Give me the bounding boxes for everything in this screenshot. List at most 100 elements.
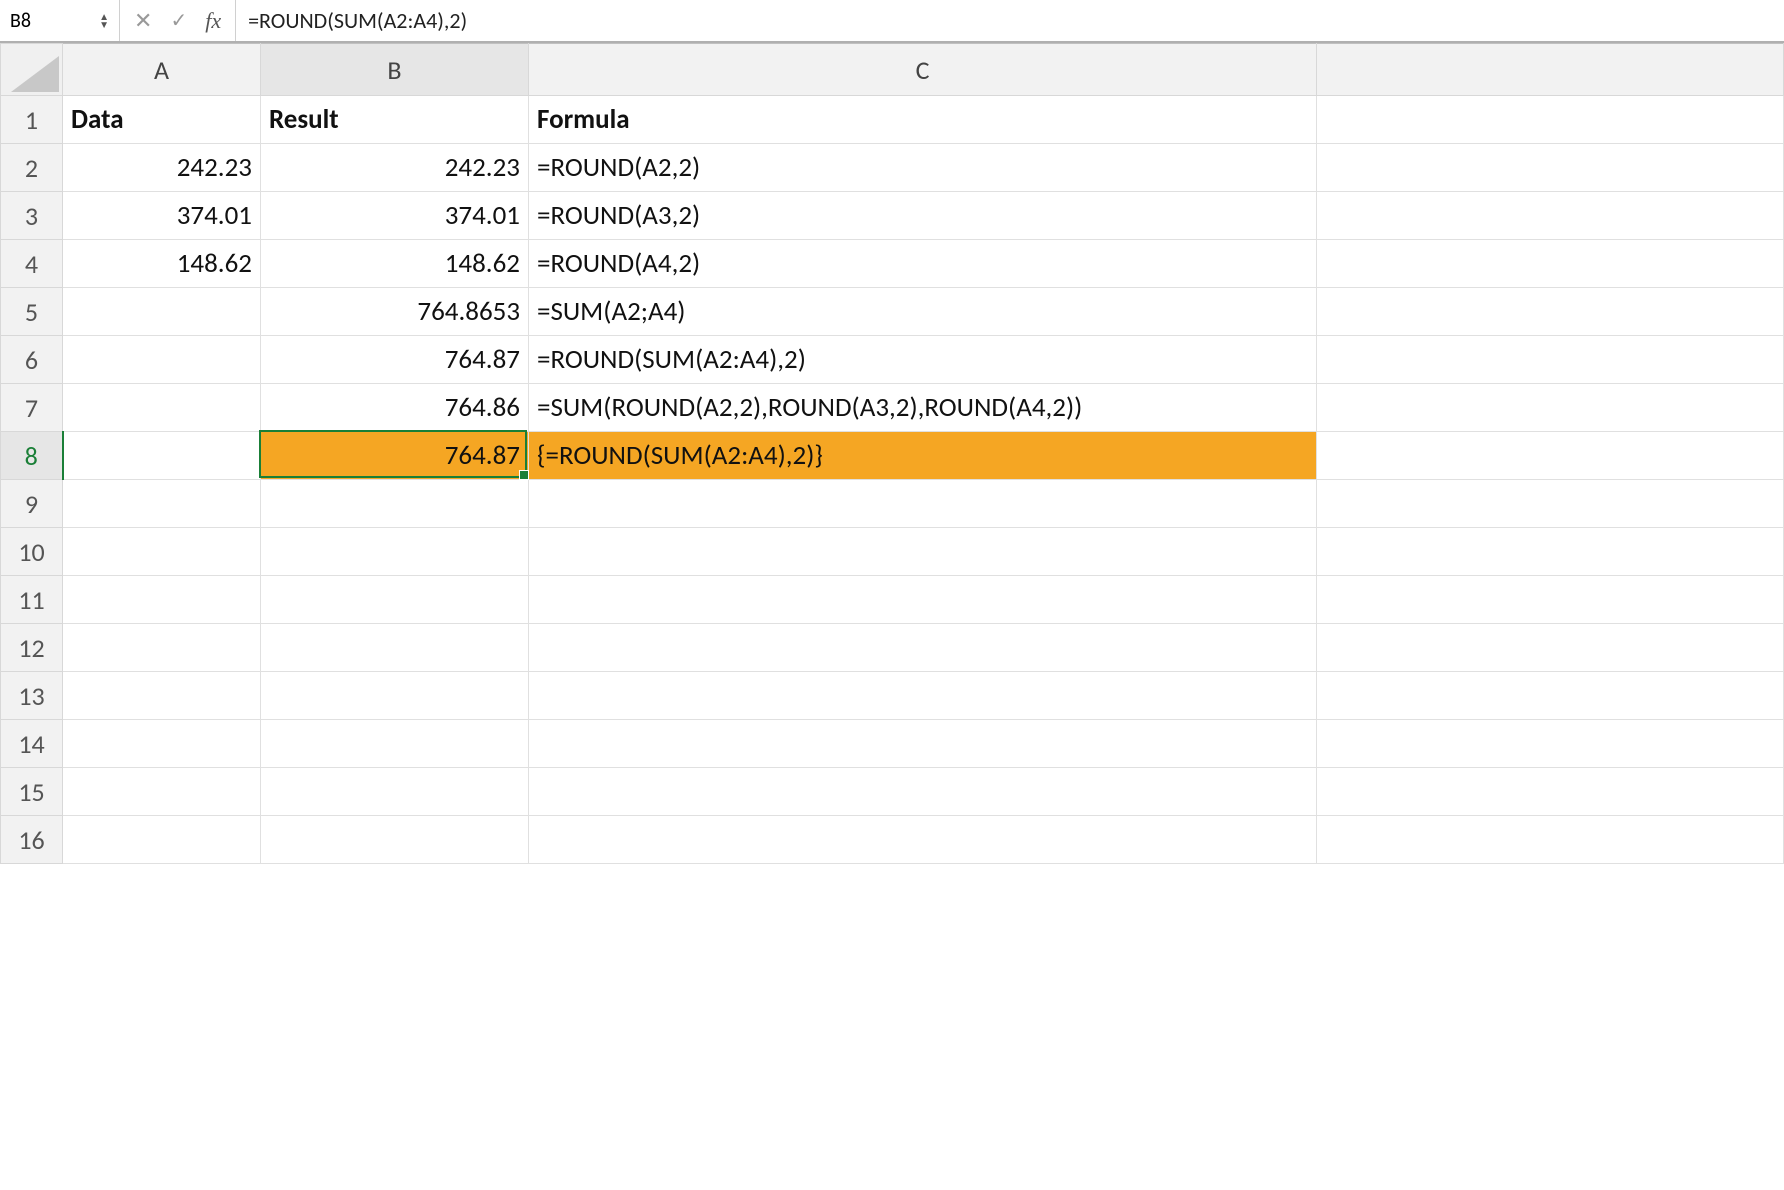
cell[interactable] xyxy=(1317,432,1784,480)
row-header[interactable]: 15 xyxy=(1,768,63,816)
cell[interactable] xyxy=(1317,672,1784,720)
cell[interactable]: =ROUND(A2,2) xyxy=(529,144,1317,192)
cell[interactable]: 374.01 xyxy=(261,192,529,240)
cell[interactable]: 764.8653 xyxy=(261,288,529,336)
cell[interactable]: 242.23 xyxy=(63,144,261,192)
row-header[interactable]: 13 xyxy=(1,672,63,720)
cell[interactable]: =ROUND(A3,2) xyxy=(529,192,1317,240)
grid-row: 12 xyxy=(1,624,1784,672)
cell[interactable]: 764.87 xyxy=(261,336,529,384)
row-header[interactable]: 12 xyxy=(1,624,63,672)
cell[interactable] xyxy=(63,432,261,480)
cell[interactable] xyxy=(261,672,529,720)
row-header[interactable]: 2 xyxy=(1,144,63,192)
confirm-icon[interactable]: ✓ xyxy=(170,8,187,33)
cell[interactable]: =ROUND(A4,2) xyxy=(529,240,1317,288)
formula-bar-actions: ✕ ✓ fx xyxy=(120,0,236,41)
cell[interactable] xyxy=(1317,144,1784,192)
cell[interactable]: =ROUND(SUM(A2:A4),2) xyxy=(529,336,1317,384)
cell[interactable] xyxy=(63,816,261,864)
cancel-icon[interactable]: ✕ xyxy=(134,7,152,34)
cell[interactable] xyxy=(1317,720,1784,768)
cell[interactable]: 148.62 xyxy=(261,240,529,288)
cell[interactable] xyxy=(529,624,1317,672)
cell[interactable] xyxy=(1317,96,1784,144)
row-header[interactable]: 10 xyxy=(1,528,63,576)
row-header[interactable]: 6 xyxy=(1,336,63,384)
row-header[interactable]: 14 xyxy=(1,720,63,768)
cell[interactable] xyxy=(261,768,529,816)
cell[interactable] xyxy=(63,768,261,816)
grid-row: 9 xyxy=(1,480,1784,528)
row-header[interactable]: 3 xyxy=(1,192,63,240)
cell[interactable] xyxy=(1317,192,1784,240)
cell[interactable] xyxy=(261,576,529,624)
cell[interactable] xyxy=(63,288,261,336)
col-header-A[interactable]: A xyxy=(63,44,261,96)
cell[interactable] xyxy=(529,528,1317,576)
cell[interactable] xyxy=(261,480,529,528)
formula-input[interactable]: =ROUND(SUM(A2:A4),2) xyxy=(236,7,1784,34)
cell[interactable]: Result xyxy=(261,96,529,144)
cell[interactable] xyxy=(1317,768,1784,816)
cell[interactable]: 374.01 xyxy=(63,192,261,240)
cell[interactable] xyxy=(261,720,529,768)
col-header-B[interactable]: B xyxy=(261,44,529,96)
grid-row: 3374.01374.01=ROUND(A3,2) xyxy=(1,192,1784,240)
cell[interactable] xyxy=(529,480,1317,528)
cell[interactable] xyxy=(1317,816,1784,864)
cell[interactable]: Data xyxy=(63,96,261,144)
cell[interactable] xyxy=(1317,624,1784,672)
row-header[interactable]: 4 xyxy=(1,240,63,288)
grid-row: 1DataResultFormula xyxy=(1,96,1784,144)
row-header[interactable]: 9 xyxy=(1,480,63,528)
col-header-rest[interactable] xyxy=(1317,44,1784,96)
cell[interactable] xyxy=(1317,576,1784,624)
cell[interactable] xyxy=(529,576,1317,624)
cell[interactable]: {=ROUND(SUM(A2:A4),2)} xyxy=(529,432,1317,480)
row-header[interactable]: 8 xyxy=(1,432,63,480)
cell[interactable] xyxy=(63,576,261,624)
spreadsheet-grid: A B C 1DataResultFormula2242.23242.23=RO… xyxy=(0,43,1784,864)
grid-row: 5 764.8653=SUM(A2;A4) xyxy=(1,288,1784,336)
cell[interactable]: =SUM(A2;A4) xyxy=(529,288,1317,336)
row-header[interactable]: 5 xyxy=(1,288,63,336)
cell[interactable] xyxy=(63,672,261,720)
cell[interactable]: Formula xyxy=(529,96,1317,144)
cell[interactable] xyxy=(529,816,1317,864)
row-header[interactable]: 7 xyxy=(1,384,63,432)
col-header-C[interactable]: C xyxy=(529,44,1317,96)
cell[interactable] xyxy=(529,720,1317,768)
stepper-down-icon[interactable]: ▼ xyxy=(99,21,109,29)
cell[interactable]: =SUM(ROUND(A2,2),ROUND(A3,2),ROUND(A4,2)… xyxy=(529,384,1317,432)
name-box[interactable]: B8 ▲ ▼ xyxy=(0,0,120,41)
cell[interactable] xyxy=(1317,336,1784,384)
cell[interactable] xyxy=(1317,480,1784,528)
cell[interactable] xyxy=(63,384,261,432)
row-header[interactable]: 11 xyxy=(1,576,63,624)
fx-icon[interactable]: fx xyxy=(205,8,221,34)
cell[interactable] xyxy=(1317,384,1784,432)
cell[interactable] xyxy=(261,624,529,672)
cell[interactable]: 764.86 xyxy=(261,384,529,432)
row-header[interactable]: 1 xyxy=(1,96,63,144)
name-box-stepper[interactable]: ▲ ▼ xyxy=(99,13,109,29)
cell[interactable] xyxy=(63,528,261,576)
cell[interactable] xyxy=(63,336,261,384)
cell[interactable] xyxy=(261,816,529,864)
cell[interactable]: 242.23 xyxy=(261,144,529,192)
cell[interactable] xyxy=(1317,288,1784,336)
row-header[interactable]: 16 xyxy=(1,816,63,864)
cell[interactable] xyxy=(529,672,1317,720)
cell[interactable] xyxy=(63,720,261,768)
select-all-corner[interactable] xyxy=(1,44,63,96)
cell[interactable] xyxy=(1317,528,1784,576)
cell[interactable] xyxy=(63,480,261,528)
grid-row: 11 xyxy=(1,576,1784,624)
cell[interactable]: 148.62 xyxy=(63,240,261,288)
cell[interactable]: 764.87 xyxy=(261,432,529,480)
cell[interactable] xyxy=(63,624,261,672)
cell[interactable] xyxy=(1317,240,1784,288)
cell[interactable] xyxy=(529,768,1317,816)
cell[interactable] xyxy=(261,528,529,576)
